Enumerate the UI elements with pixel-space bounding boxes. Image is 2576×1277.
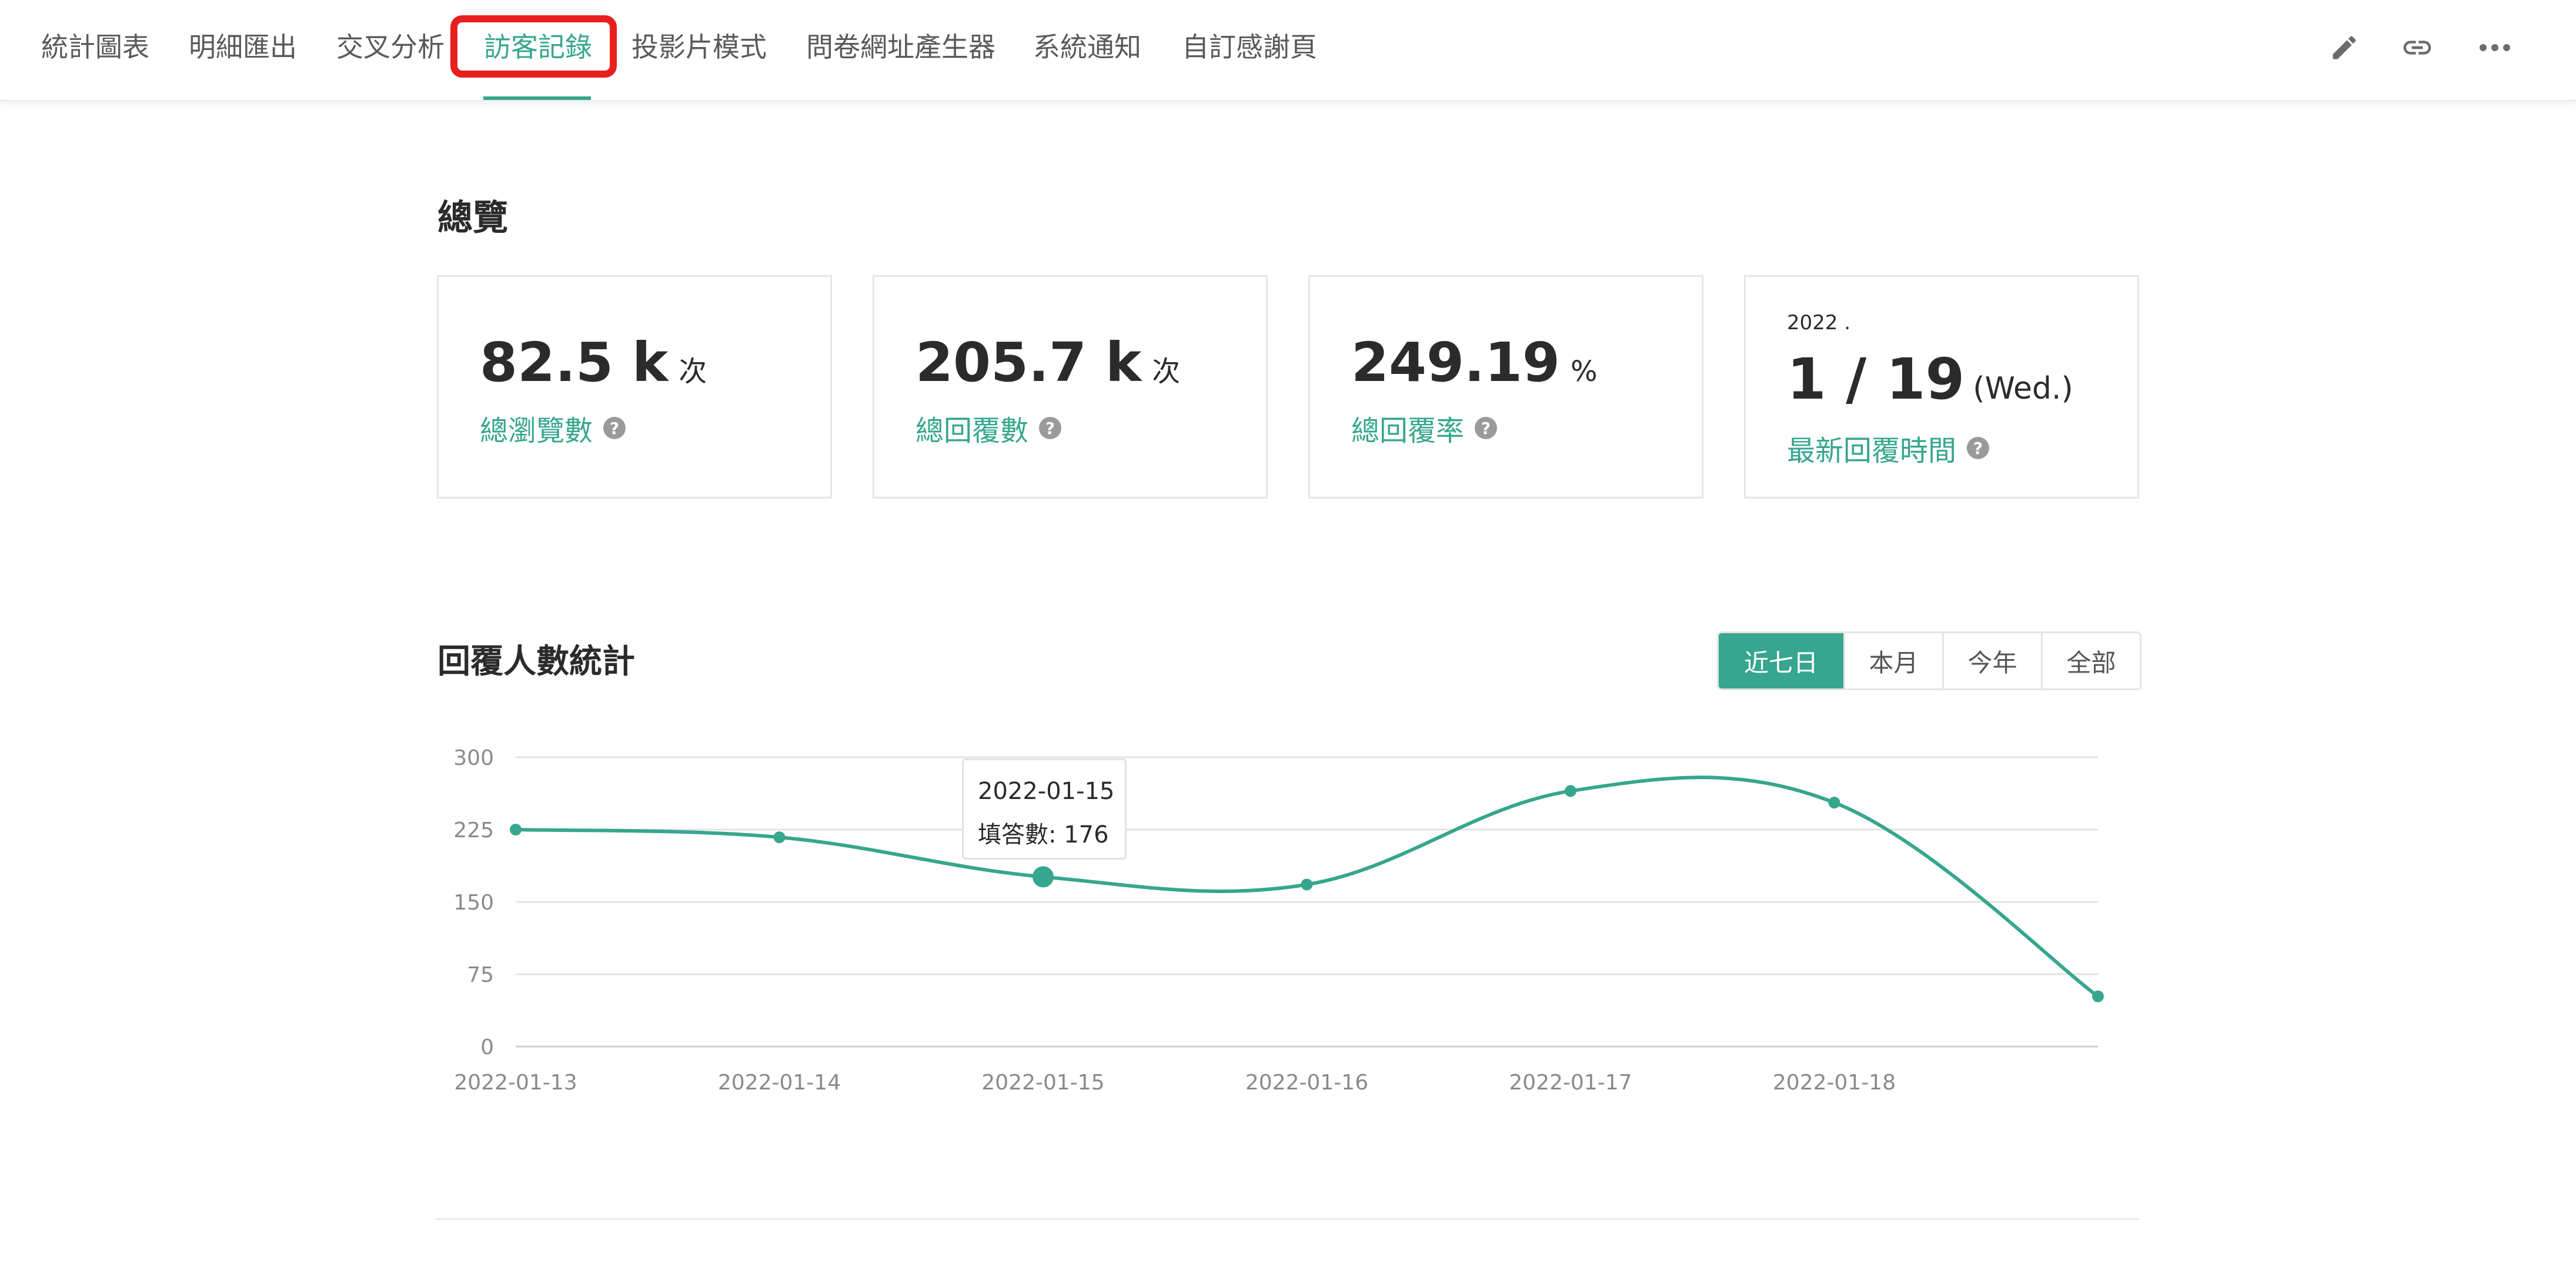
tooltip-date: 2022-01-15: [978, 778, 1115, 805]
data-point: [773, 831, 786, 844]
help-icon[interactable]: ?: [603, 417, 626, 439]
tab-detail-export[interactable]: 明細匯出: [189, 24, 297, 71]
tab-slideshow-mode[interactable]: 投影片模式: [632, 24, 767, 71]
response-stats-title: 回覆人數統計: [437, 643, 635, 681]
period-last-7-days-button[interactable]: 近七日: [1719, 633, 1843, 688]
latest-response-label: 最新回覆時間?: [1787, 427, 1990, 469]
y-tick-label: 225: [453, 818, 494, 843]
period-this-year-button[interactable]: 今年: [1942, 633, 2041, 688]
tab-statistics-charts[interactable]: 統計圖表: [41, 24, 149, 71]
more-icon[interactable]: [2474, 28, 2515, 67]
data-point: [510, 824, 522, 835]
overview-title: 總覽: [437, 198, 508, 239]
card-response-rate: 249.19% 總回覆率?: [1308, 275, 1703, 499]
link-icon[interactable]: [2397, 28, 2438, 67]
response-rate-label: 總回覆率?: [1351, 407, 1498, 449]
chart-tooltip: 2022-01-15 填答數: 176: [962, 758, 1127, 860]
help-icon[interactable]: ?: [1475, 417, 1498, 439]
x-tick-label: 2022-01-18: [1773, 1071, 1896, 1095]
card-total-views: 82.5 k次 總瀏覽數?: [437, 275, 832, 499]
help-icon[interactable]: ?: [1039, 417, 1062, 439]
data-point: [1301, 878, 1313, 891]
period-all-button[interactable]: 全部: [2041, 633, 2140, 688]
y-tick-label: 300: [453, 746, 494, 770]
tab-survey-url-generator[interactable]: 問卷網址產生器: [806, 24, 995, 71]
tab-system-notifications[interactable]: 系統通知: [1033, 24, 1141, 71]
highlighted-data-point: [1033, 866, 1054, 888]
response-count-line-chart: 0 75 150 225 300 2022-01-13 2022-01-14 2022-01-…: [453, 746, 2104, 1095]
help-icon[interactable]: ?: [1967, 437, 1990, 459]
period-selector: 近七日 本月 今年 全部: [1717, 631, 2141, 690]
latest-response-date: 1 / 19 (Wed.): [1787, 346, 2073, 412]
tab-custom-thank-you-page[interactable]: 自訂感謝頁: [1182, 24, 1317, 71]
latest-response-year: 2022 .: [1787, 311, 1851, 335]
section-divider: [436, 1218, 2139, 1220]
active-tab-highlight-box: [450, 15, 617, 78]
data-point: [1828, 797, 1840, 809]
data-point: [1565, 785, 1576, 797]
x-tick-label: 2022-01-16: [1245, 1071, 1368, 1095]
response-rate-value: 249.19%: [1351, 331, 1598, 394]
y-tick-label: 0: [480, 1035, 494, 1059]
y-tick-label: 75: [467, 963, 494, 987]
pencil-icon[interactable]: [2324, 28, 2365, 67]
total-responses-label: 總回覆數?: [916, 407, 1062, 449]
card-latest-response-time: 2022 . 1 / 19 (Wed.) 最新回覆時間?: [1744, 275, 2139, 499]
card-total-responses: 205.7 k次 總回覆數?: [873, 275, 1268, 499]
x-tick-label: 2022-01-14: [718, 1071, 841, 1095]
data-point: [2092, 990, 2104, 1002]
x-tick-label: 2022-01-15: [981, 1071, 1104, 1095]
tooltip-value: 填答數: 176: [978, 821, 1109, 848]
period-this-month-button[interactable]: 本月: [1843, 633, 1942, 688]
top-navigation: 統計圖表 明細匯出 交叉分析 訪客記錄 投影片模式 問卷網址產生器 系統通知 自…: [0, 0, 2576, 101]
total-views-label: 總瀏覽數?: [480, 407, 626, 449]
x-tick-label: 2022-01-13: [454, 1071, 577, 1095]
tab-cross-analysis[interactable]: 交叉分析: [336, 24, 445, 71]
total-responses-value: 205.7 k次: [916, 331, 1181, 394]
x-tick-label: 2022-01-17: [1509, 1071, 1632, 1095]
active-tab-indicator: [483, 96, 591, 100]
y-tick-label: 150: [453, 891, 494, 915]
series-line: [515, 775, 2099, 998]
total-views-value: 82.5 k次: [480, 331, 707, 394]
